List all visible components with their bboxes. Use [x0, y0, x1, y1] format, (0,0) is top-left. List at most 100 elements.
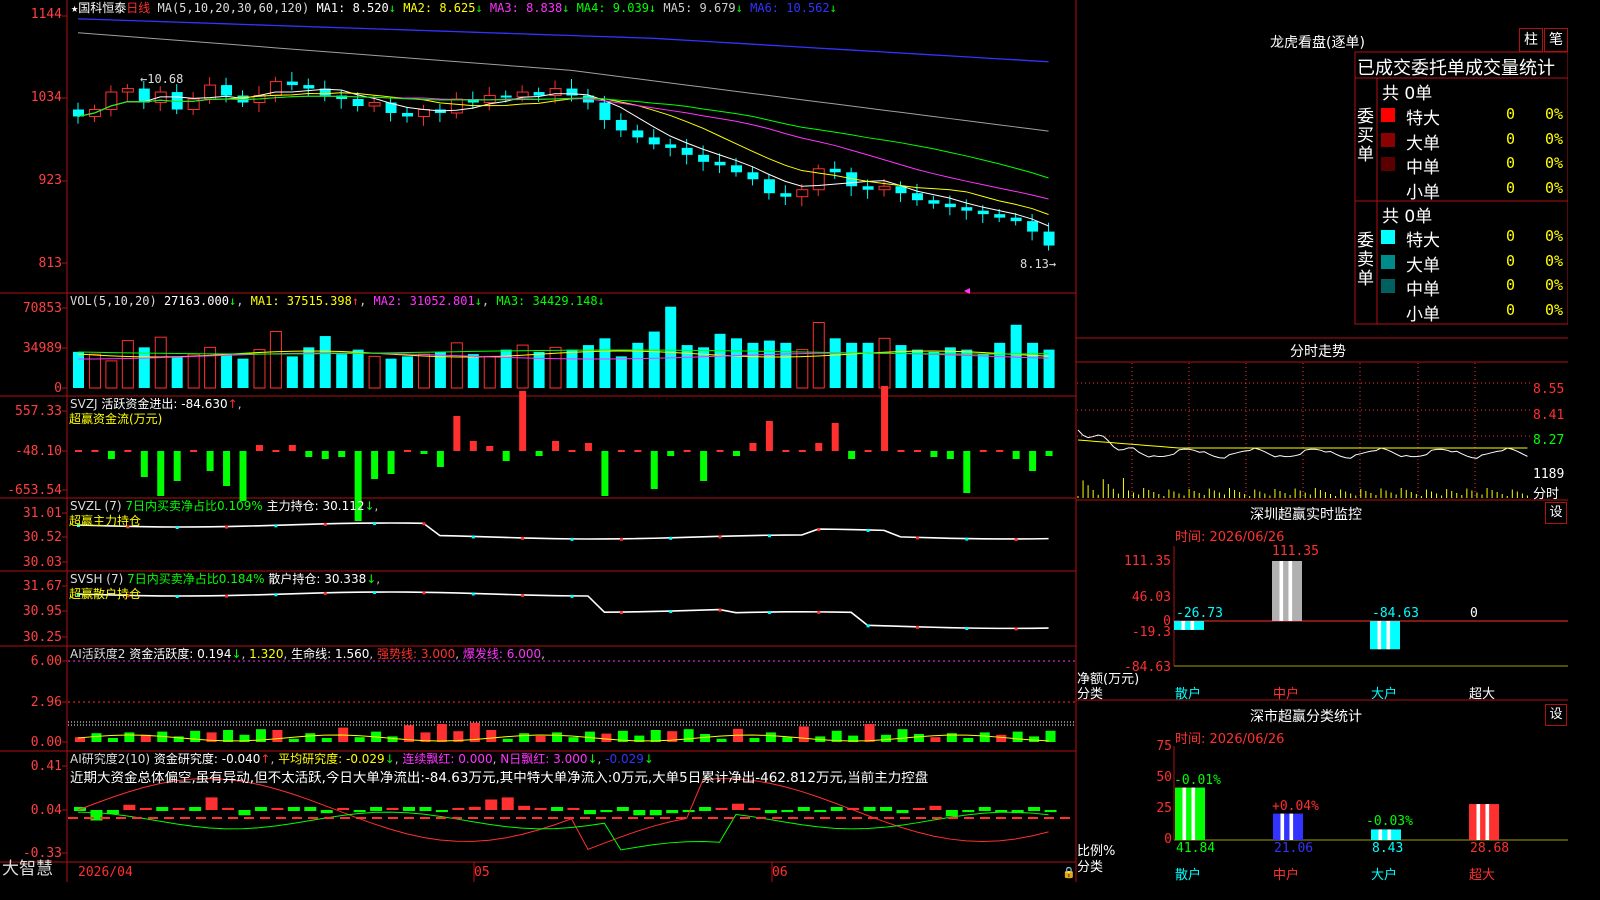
intraday-price-line [1077, 429, 1528, 459]
svzj-tick-3: -653.54 [7, 483, 62, 498]
candle-body-down [698, 154, 710, 162]
ai-research-bar [830, 807, 843, 811]
svsh-tick-1: 31.67 [22, 579, 62, 594]
sz-class-category: 中户 [1273, 868, 1300, 883]
ai-research-bar-pos [452, 807, 465, 810]
svzj-bar-zero [190, 450, 198, 452]
candle-body-up [812, 168, 825, 191]
svzl-line-dot [570, 537, 574, 541]
sz-monitor-settings-button[interactable]: 设 [1545, 502, 1567, 524]
vol-bar-down [747, 342, 759, 388]
ai-active-header: AI活跃度2 资金活跃度: 0.194↓, 1.320, 生命线: 1.560,… [70, 647, 545, 661]
vol-bar-up [878, 337, 891, 389]
vol-tick-2: 34989 [22, 341, 62, 356]
svzl-line-dot [471, 535, 475, 539]
svzj-bar-neg [700, 451, 708, 481]
svzj-bar-zero [404, 450, 411, 452]
sell-total: 共 0单 [1382, 207, 1433, 227]
svzj-bar-zero [864, 450, 872, 452]
svzj-bar-zero [634, 450, 642, 452]
sz-class-settings-button[interactable]: 设 [1545, 704, 1567, 726]
ai-active-bar [601, 733, 612, 742]
svzj-bar-neg [601, 451, 609, 496]
vol-bar-down [780, 342, 792, 388]
svsh-line-dot [521, 593, 525, 597]
svsh-subtitle: 超赢散户持仓 [69, 587, 142, 601]
ai-research-bar [880, 807, 893, 811]
vol-bar-down [1010, 324, 1022, 388]
buy-row-color-swatch [1381, 108, 1395, 122]
ai-research-bar [189, 807, 202, 811]
svzj-bar-neg [140, 451, 148, 477]
sz-class-bar [1175, 787, 1205, 840]
svzl-line-dot [521, 536, 525, 540]
detail-view-button[interactable]: 笔 [1544, 28, 1568, 52]
lock-icon[interactable]: 🔒 [1062, 866, 1076, 880]
svzj-bar-neg [930, 451, 938, 457]
vol-bar-down [681, 345, 693, 388]
price-tick-3: 923 [38, 173, 62, 188]
svzj-bar-pos [831, 423, 839, 451]
svzj-bar-pos [749, 443, 757, 451]
candle-body-up [796, 189, 809, 198]
ai-research-bar-pos [271, 807, 284, 810]
candle-body-down [994, 214, 1006, 218]
ai-research-bar [287, 807, 300, 811]
buy-row-count: 0 [1506, 154, 1516, 172]
candle-body-down [599, 102, 611, 120]
svzj-tick-1: 557.33 [15, 404, 62, 419]
stock-name[interactable]: 国科恒泰 [78, 1, 126, 15]
chart-canvas[interactable] [0, 0, 1568, 882]
ai-research-bar-neg [682, 810, 695, 813]
ai-research-bar-neg [649, 810, 662, 816]
svzj-header: SVZJ 活跃资金进出: -84.630↑, [70, 397, 242, 411]
svzj-bar-neg [420, 451, 428, 454]
svzl-header: SVZL (7) 7日内买卖净占比0.109% 主力持仓: 30.112↓, [70, 499, 379, 513]
ai-active-bar [91, 733, 102, 742]
sz-monitor-bar-shine [1190, 621, 1195, 630]
sz-monitor-category: 中户 [1273, 687, 1300, 702]
vol-bar-down [171, 356, 183, 388]
ai-active-bar [354, 737, 365, 742]
sz-class-value-label: 28.68 [1470, 841, 1510, 856]
buy-row-name: 大单 [1406, 133, 1440, 154]
buy-row-pct: 0% [1545, 154, 1564, 172]
candle-body-down [862, 186, 874, 190]
sell-row-pct: 0% [1545, 276, 1564, 294]
sz-monitor-bar-shine [1377, 621, 1382, 650]
buy-row-count: 0 [1506, 129, 1516, 148]
svzl-line-dot [323, 522, 327, 526]
ai-active-bar [716, 738, 727, 742]
vol-bar-up [121, 340, 134, 389]
ai-active-bar [979, 732, 990, 742]
svzl-line-dot [175, 525, 179, 529]
vol-bar-down [862, 342, 874, 388]
period-label[interactable]: 日线 [126, 1, 150, 15]
ai-active-bar [963, 738, 974, 742]
candle-body-up [516, 91, 529, 98]
ai-research-bar [699, 807, 712, 811]
ai-research-bar-neg [583, 810, 596, 815]
svzj-bar-neg [321, 451, 329, 459]
ma20-line [77, 95, 1049, 200]
svzj-bar-zero [568, 450, 576, 452]
candle-body-down [500, 95, 512, 98]
vol-bar-down [977, 354, 989, 388]
sell-row-count: 0 [1506, 251, 1516, 270]
svsh-line-dot [422, 591, 426, 595]
vol-bar-down [533, 351, 545, 388]
svzj-bar-zero [716, 450, 724, 452]
sz-class-value-label: 8.43 [1372, 841, 1404, 856]
svzl-line-dot [373, 522, 377, 526]
brand-logo[interactable]: 大智慧 [2, 861, 53, 878]
ai-research-tick-1: 0.41 [30, 759, 62, 774]
sell-row-count: 0 [1506, 300, 1516, 319]
ai-research-bar-pos [534, 807, 547, 810]
candle-body-down [303, 85, 315, 89]
ai-research-bar-pos [732, 803, 744, 810]
svzj-bar-pos [288, 445, 296, 451]
svzj-bar-pos [255, 445, 263, 451]
intraday-tick-1: 8.55 [1533, 382, 1565, 397]
bar-view-button[interactable]: 柱 [1519, 28, 1543, 52]
ai-active-bar [650, 730, 661, 742]
